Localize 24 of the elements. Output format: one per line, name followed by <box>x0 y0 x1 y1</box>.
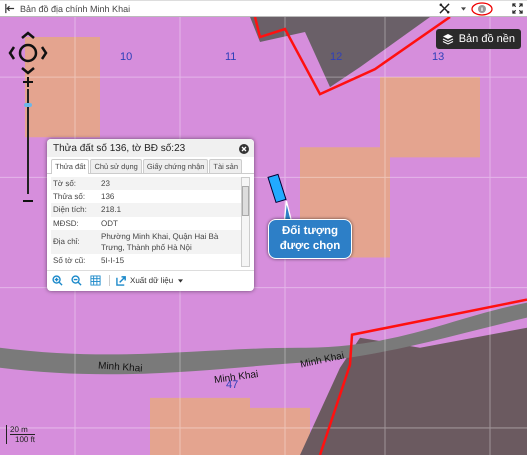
map-label: Minh Khai <box>299 350 346 370</box>
callout: Đối tượng được chọn <box>268 219 352 259</box>
field-value: ODT <box>101 218 119 229</box>
basemap-button[interactable]: Bản đồ nền <box>436 29 521 49</box>
popup-title: Thửa đất số 136, tờ BĐ số:23 <box>53 143 186 154</box>
field-label: MĐSD: <box>53 218 80 228</box>
field-value: 218.1 <box>101 204 122 216</box>
window-title: Bản đồ địa chính Minh Khai <box>20 4 130 14</box>
field-value: 23 <box>101 178 111 190</box>
map-label: 13 <box>432 51 444 63</box>
field-value: 136 <box>101 191 116 202</box>
map-label: 12 <box>330 51 342 63</box>
field-label: Diện tích: <box>53 205 88 214</box>
export-data-button[interactable]: Xuất dữ liệu <box>109 275 184 286</box>
field-value: Phường Minh Khai, Quận Hai Bà Trưng, Thành phố Hà Nội <box>101 230 220 254</box>
field-label: Số tờ cũ: <box>53 256 86 266</box>
map-label: 11 <box>225 51 236 63</box>
map-label: 10 <box>120 51 132 63</box>
map-label: Minh Khai <box>98 360 143 375</box>
field-label: Địa chỉ: <box>53 237 81 246</box>
field-value: 5I-I-15 <box>101 255 126 266</box>
field-label: Tờ số: <box>53 179 78 188</box>
scale-bar: 20 m 100 ft <box>6 425 36 444</box>
field-label: Thửa số: <box>53 192 86 202</box>
